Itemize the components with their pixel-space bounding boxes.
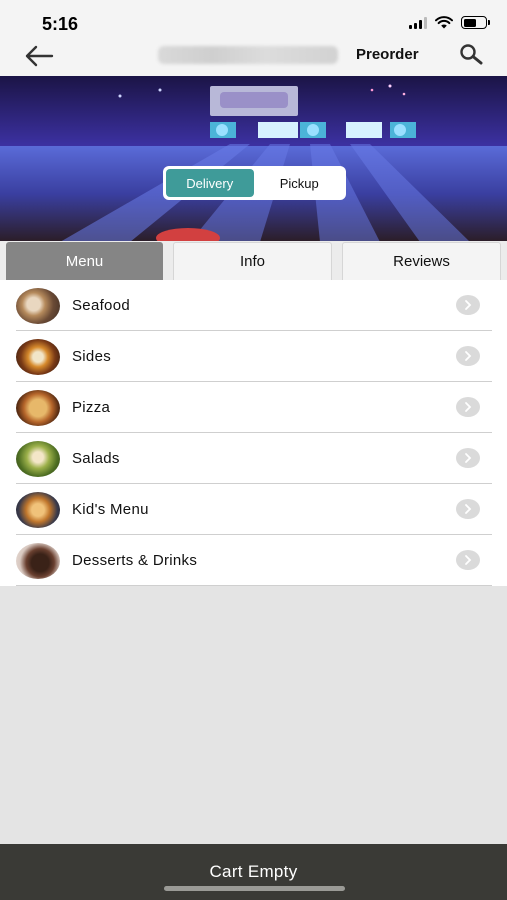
menu-item-label: Desserts & Drinks [72, 552, 198, 569]
bowling-alley-image [0, 76, 507, 242]
preorder-button[interactable]: Preorder [356, 46, 419, 63]
pizza-thumbnail [16, 390, 60, 426]
kids-menu-thumbnail [16, 492, 60, 528]
sides-thumbnail [16, 339, 60, 375]
nav-bar: Preorder [0, 40, 507, 76]
cart-bar[interactable]: Cart Empty [0, 844, 507, 900]
delivery-option[interactable]: Delivery [166, 169, 254, 197]
seafood-thumbnail [16, 288, 60, 324]
cart-status-label: Cart Empty [209, 862, 298, 881]
chevron-right-icon [456, 346, 480, 366]
chevron-right-icon [456, 499, 480, 519]
menu-item-label: Salads [72, 450, 120, 467]
menu-item-sides[interactable]: Sides [16, 331, 492, 382]
back-button[interactable] [22, 42, 56, 70]
status-icons [409, 16, 490, 29]
back-arrow-icon [25, 45, 54, 67]
chevron-right-icon [456, 295, 480, 315]
order-type-toggle: Delivery Pickup [163, 166, 346, 200]
cellular-signal-icon [409, 16, 427, 29]
menu-item-pizza[interactable]: Pizza [16, 382, 492, 433]
menu-item-label: Sides [72, 348, 112, 365]
tab-reviews[interactable]: Reviews [342, 242, 501, 280]
section-tabs: Menu Info Reviews [0, 241, 507, 280]
chevron-right-icon [456, 550, 480, 570]
chevron-right-icon [456, 397, 480, 417]
menu-item-salads[interactable]: Salads [16, 433, 492, 484]
wifi-icon [435, 16, 453, 29]
menu-item-kids-menu[interactable]: Kid's Menu [16, 484, 492, 535]
menu-item-label: Pizza [72, 399, 111, 416]
hero-banner: Delivery Pickup [0, 76, 507, 242]
search-icon [460, 44, 483, 65]
menu-item-desserts-drinks[interactable]: Desserts & Drinks [16, 535, 492, 586]
restaurant-name-blurred [158, 46, 338, 64]
battery-icon [461, 16, 490, 29]
search-button[interactable] [458, 43, 486, 67]
tab-menu[interactable]: Menu [6, 242, 163, 280]
screen: 5:16 Preorder Delivery Pickup Menu Info … [0, 0, 507, 900]
desserts-drinks-thumbnail [16, 543, 60, 579]
status-bar: 5:16 [0, 0, 507, 40]
status-time: 5:16 [42, 14, 79, 34]
pickup-option[interactable]: Pickup [255, 169, 343, 197]
tab-info[interactable]: Info [173, 242, 332, 280]
menu-item-label: Seafood [72, 297, 130, 314]
salads-thumbnail [16, 441, 60, 477]
menu-category-list: Seafood Sides Pizza Salads Kid's Menu De… [0, 280, 507, 586]
home-indicator [164, 886, 345, 891]
menu-item-seafood[interactable]: Seafood [16, 280, 492, 331]
chevron-right-icon [456, 448, 480, 468]
menu-item-label: Kid's Menu [72, 501, 149, 518]
